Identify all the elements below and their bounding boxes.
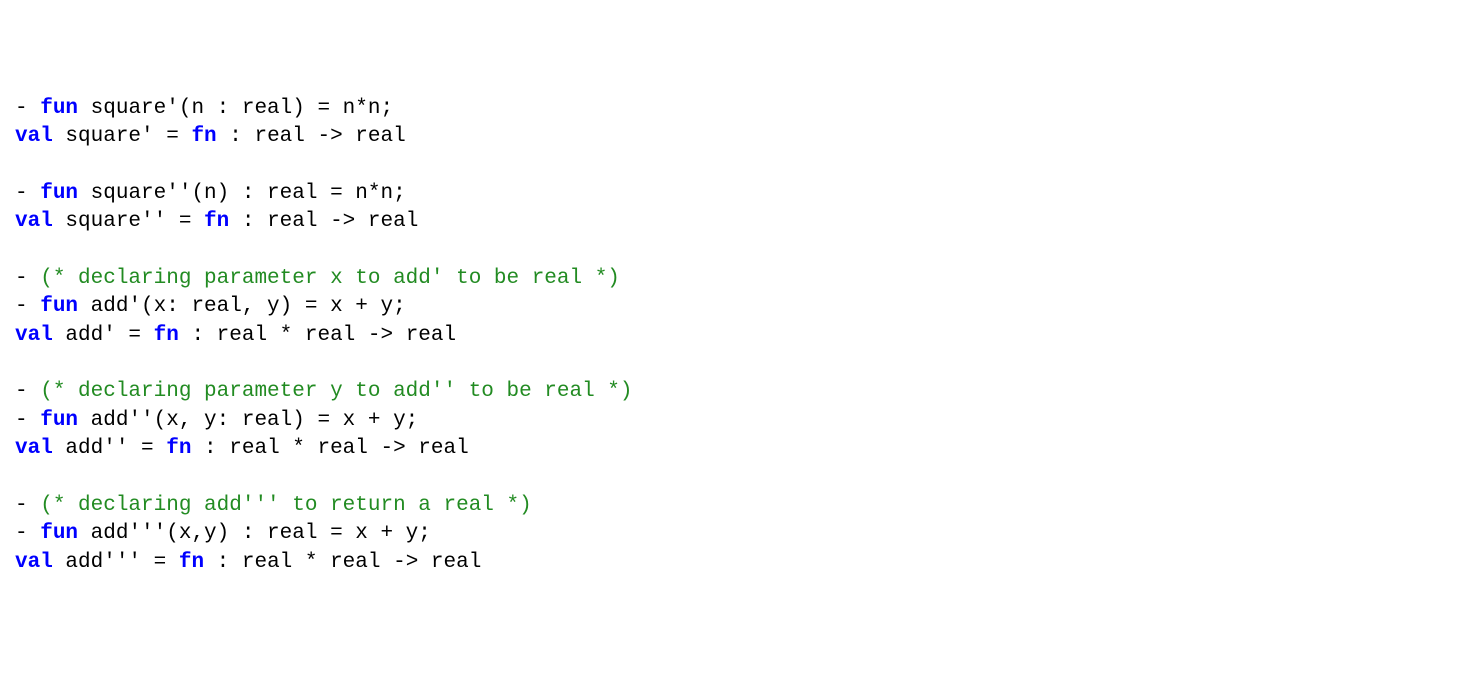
keyword-fun: fun (40, 182, 78, 205)
keyword-val: val (15, 551, 53, 574)
code-text: square'(n : real) = n*n; (78, 97, 393, 120)
code-line: - (* declaring add''' to return a real *… (15, 494, 532, 517)
code-line: val add''' = fn : real * real -> real (15, 551, 481, 574)
code-text: : real -> real (217, 125, 406, 148)
comment: (* declaring add''' to return a real *) (40, 494, 531, 517)
keyword-fn: fn (204, 210, 229, 233)
code-line: - fun square'(n : real) = n*n; (15, 97, 393, 120)
keyword-fn: fn (191, 125, 216, 148)
code-text: - (15, 409, 40, 432)
code-text: - (15, 494, 40, 517)
comment: (* declaring parameter y to add'' to be … (40, 380, 632, 403)
keyword-fun: fun (40, 295, 78, 318)
keyword-val: val (15, 210, 53, 233)
keyword-fn: fn (166, 437, 191, 460)
code-line: val add'' = fn : real * real -> real (15, 437, 469, 460)
code-text: - (15, 182, 40, 205)
code-text: add' = (53, 324, 154, 347)
keyword-fn: fn (179, 551, 204, 574)
code-line: val square' = fn : real -> real (15, 125, 406, 148)
code-text: square' = (53, 125, 192, 148)
code-text: add'(x: real, y) = x + y; (78, 295, 406, 318)
code-line: - fun add'''(x,y) : real = x + y; (15, 522, 431, 545)
code-block: - fun square'(n : real) = n*n; val squar… (15, 95, 1455, 577)
keyword-fun: fun (40, 97, 78, 120)
code-text: : real -> real (229, 210, 418, 233)
keyword-val: val (15, 437, 53, 460)
code-text: add'''(x,y) : real = x + y; (78, 522, 431, 545)
code-text: - (15, 267, 40, 290)
code-text: - (15, 380, 40, 403)
comment: (* declaring parameter x to add' to be r… (40, 267, 620, 290)
keyword-fun: fun (40, 522, 78, 545)
code-text: - (15, 522, 40, 545)
code-text: - (15, 295, 40, 318)
code-line: - fun square''(n) : real = n*n; (15, 182, 406, 205)
code-text: square'' = (53, 210, 204, 233)
code-line: val add' = fn : real * real -> real (15, 324, 456, 347)
code-line: - fun add''(x, y: real) = x + y; (15, 409, 418, 432)
code-text: add'' = (53, 437, 166, 460)
code-line: - (* declaring parameter y to add'' to b… (15, 380, 633, 403)
code-text: : real * real -> real (179, 324, 456, 347)
keyword-val: val (15, 125, 53, 148)
code-line: - fun add'(x: real, y) = x + y; (15, 295, 406, 318)
code-line: - (* declaring parameter x to add' to be… (15, 267, 620, 290)
keyword-fn: fn (154, 324, 179, 347)
keyword-fun: fun (40, 409, 78, 432)
code-text: - (15, 97, 40, 120)
code-text: add''(x, y: real) = x + y; (78, 409, 418, 432)
code-text: square''(n) : real = n*n; (78, 182, 406, 205)
code-line: val square'' = fn : real -> real (15, 210, 418, 233)
code-text: : real * real -> real (204, 551, 481, 574)
code-text: add''' = (53, 551, 179, 574)
keyword-val: val (15, 324, 53, 347)
code-text: : real * real -> real (191, 437, 468, 460)
